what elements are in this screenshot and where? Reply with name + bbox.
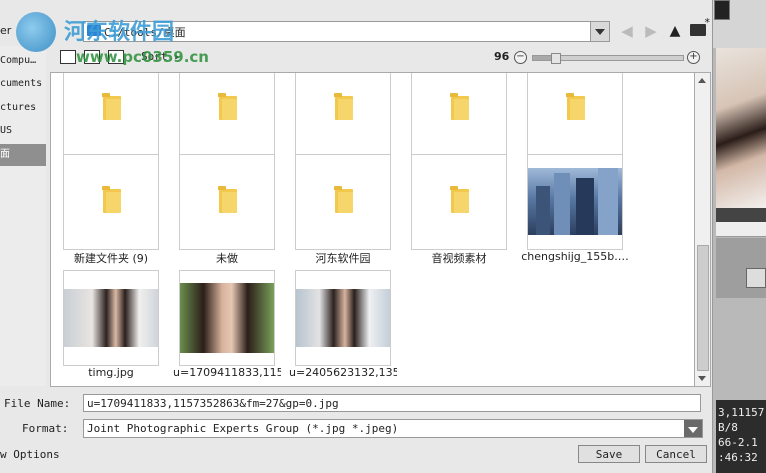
format-label: Format: [22, 422, 69, 435]
file-thumbnail [527, 154, 623, 250]
file-name-label: chengshijg_155b.… [521, 250, 629, 263]
file-name-label: u=2405623132,135… [289, 366, 397, 379]
folder-icon [218, 93, 237, 120]
path-dropdown-button[interactable] [590, 22, 609, 41]
background-app-window: 3,11157 B/8 66-2.1 :46:32 [712, 0, 766, 473]
chevron-down-icon [595, 29, 605, 35]
zoom-slider-thumb[interactable] [551, 53, 561, 64]
background-ruler-secondary [716, 222, 766, 237]
forward-arrow-icon[interactable]: ▶ [641, 22, 661, 40]
sidebar-item[interactable]: cuments [0, 73, 46, 95]
save-button[interactable]: Save [578, 445, 640, 463]
background-readout-3: 66-2.1 [718, 436, 758, 449]
file-name-label: timg.jpg [88, 366, 134, 379]
building-shape [536, 186, 550, 235]
building-shape [576, 178, 594, 235]
file-thumbnail [179, 154, 275, 250]
image-file-item[interactable]: u=2405623132,135… [289, 270, 397, 386]
file-thumbnail [179, 73, 275, 157]
path-label: er [0, 24, 12, 37]
background-photo-preview [716, 48, 766, 208]
file-thumbnail [527, 73, 623, 157]
zoom-slider[interactable] [532, 53, 684, 64]
background-readout-2: B/8 [718, 421, 738, 434]
format-value: Joint Photographic Experts Group (*.jpg … [87, 422, 399, 435]
zoom-in-icon[interactable]: + [687, 51, 700, 64]
background-ruler [716, 208, 766, 222]
file-thumbnail [179, 270, 275, 366]
watermark-site-url: www.pc0359.cn [76, 48, 209, 66]
background-readout-4: :46:32 [718, 451, 758, 464]
sidebar-item[interactable]: 面 [0, 144, 46, 166]
building-shape [598, 168, 618, 235]
format-dropdown-button[interactable] [684, 420, 702, 437]
file-thumbnail [411, 154, 507, 250]
file-name-label: u=1709411833,115… [173, 366, 281, 379]
file-thumbnail [63, 73, 159, 157]
folder-icon [450, 186, 469, 213]
zoom-value: 96 [494, 50, 510, 63]
scroll-up-icon[interactable] [698, 78, 706, 83]
sidebar-item[interactable]: US [0, 120, 46, 142]
file-grid: 新建文件夹 (4)新建文件夹 (5)新建文件夹 (6)新建文件夹 (7)新建文件… [50, 72, 695, 387]
sidebar-item[interactable]: ctures [0, 97, 46, 119]
file-name-label: 新建文件夹 (9) [73, 252, 149, 265]
scrollbar-thumb[interactable] [697, 245, 709, 371]
list-view-icon[interactable] [60, 50, 76, 64]
folder-icon [218, 186, 237, 213]
folder-item[interactable]: 未做 [179, 154, 275, 270]
folder-item[interactable]: 新建文件夹 (9) [63, 154, 159, 270]
file-thumbnail [63, 270, 159, 366]
background-readout-1: 3,11157 [718, 406, 765, 419]
scroll-down-icon[interactable] [698, 376, 706, 381]
vertical-scrollbar[interactable] [694, 72, 711, 387]
up-arrow-icon[interactable]: ▲ [665, 22, 685, 40]
watermark-logo-icon [16, 12, 56, 52]
folder-icon [102, 186, 121, 213]
cancel-button[interactable]: Cancel [645, 445, 707, 463]
background-panel-button[interactable] [746, 268, 766, 288]
file-thumbnail [411, 73, 507, 157]
folder-icon [334, 93, 353, 120]
filename-input[interactable]: u=1709411833,1157352863&fm=27&gp=0.jpg [83, 394, 701, 412]
zoom-out-icon[interactable]: − [514, 51, 527, 64]
back-arrow-icon[interactable]: ◀ [617, 22, 637, 40]
sidebar-item[interactable]: Compu… [0, 50, 46, 72]
file-name-label: 音视频素材 [431, 252, 487, 265]
background-panel [716, 238, 766, 298]
folder-icon [566, 93, 585, 120]
file-thumbnail [295, 73, 391, 157]
image-file-item[interactable]: timg.jpg [63, 270, 159, 386]
format-select[interactable]: Joint Photographic Experts Group (*.jpg … [83, 419, 703, 438]
file-name-label: 未做 [216, 252, 238, 265]
places-sidebar: Compu… cuments ctures US 面 [0, 46, 46, 386]
image-preview [180, 283, 274, 353]
folder-item[interactable]: 音视频素材 [411, 154, 507, 270]
background-app-toolbar [712, 0, 766, 48]
folder-icon [450, 93, 469, 120]
file-thumbnail [295, 270, 391, 366]
zoom-slider-fill [533, 56, 551, 60]
new-folder-icon[interactable] [690, 16, 710, 36]
image-file-item[interactable]: chengshijg_155b.… [521, 154, 629, 270]
image-preview [528, 168, 622, 235]
image-preview [64, 289, 158, 347]
folder-icon [102, 93, 121, 120]
file-thumbnail [63, 154, 159, 250]
building-shape [554, 173, 570, 235]
background-app-icon [714, 0, 730, 20]
folder-icon [334, 186, 353, 213]
image-preview [296, 289, 390, 347]
chevron-down-icon [688, 427, 698, 433]
file-name-label: 河东软件园 [315, 252, 371, 265]
save-file-dialog: 河东软件园 www.pc0359.cn er C:/tools/桌面 ◀ ▶ ▲… [0, 0, 713, 473]
filename-label: File Name: [4, 397, 71, 410]
folder-item[interactable]: 河东软件园 [295, 154, 391, 270]
file-thumbnail [295, 154, 391, 250]
image-file-item[interactable]: u=1709411833,115… [173, 270, 281, 386]
watermark-site-name: 河东软件园 [64, 19, 175, 45]
options-toggle[interactable]: w Options [0, 448, 60, 461]
